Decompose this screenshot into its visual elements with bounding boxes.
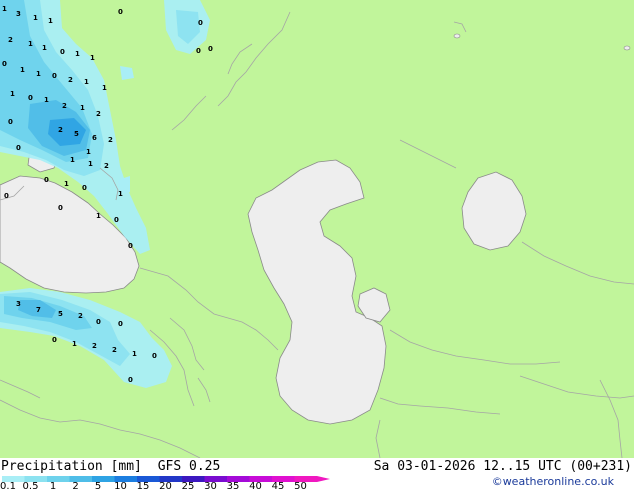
precip-value: 5 bbox=[74, 130, 79, 138]
precip-value: 2 bbox=[96, 110, 101, 118]
precip-value: 1 bbox=[28, 40, 33, 48]
product-name: Precipitation [mm] bbox=[1, 459, 142, 474]
precip-value: 1 bbox=[102, 84, 107, 92]
precip-value: 1 bbox=[33, 14, 38, 22]
precip-value: 1 bbox=[72, 340, 77, 348]
precip-value: 0 bbox=[2, 60, 7, 68]
map-canvas: 1 3 1 1 0 0 2 1 1 0 0 0 1 0 1 1 1 0 2 1 … bbox=[0, 0, 634, 458]
precip-value: 1 bbox=[36, 70, 41, 78]
color-scale-label: 20 bbox=[159, 481, 172, 492]
precip-value: 0 bbox=[198, 19, 203, 27]
precip-value: 2 bbox=[112, 346, 117, 354]
lake bbox=[453, 33, 461, 39]
precip-value: 0 bbox=[44, 176, 49, 184]
color-scale-label: 50 bbox=[294, 481, 307, 492]
precip-value: 0 bbox=[114, 216, 119, 224]
color-scale-arrow bbox=[317, 476, 330, 482]
color-scale-label: 0.5 bbox=[22, 481, 39, 492]
color-scale-label: 5 bbox=[94, 481, 102, 492]
color-scale-label: 45 bbox=[271, 481, 285, 492]
precip-value: 0 bbox=[196, 47, 201, 55]
precip-value: 1 bbox=[90, 54, 95, 62]
precip-value: 2 bbox=[78, 312, 83, 320]
precip-value: 2 bbox=[104, 162, 109, 170]
color-scale-label: 35 bbox=[226, 481, 240, 492]
precip-value: 0 bbox=[60, 48, 65, 56]
precipitation-map: 1 3 1 1 0 0 2 1 1 0 0 0 1 0 1 1 1 0 2 1 … bbox=[0, 0, 634, 458]
precip-value: 2 bbox=[58, 126, 63, 134]
precip-value: 2 bbox=[8, 36, 13, 44]
precip-value: 1 bbox=[84, 78, 89, 86]
precip-value: 1 bbox=[75, 50, 80, 58]
color-scale-label: 0.1 bbox=[0, 481, 16, 492]
forecast-datetime: Sa 03-01-2026 12..15 UTC (00+231) bbox=[373, 459, 632, 474]
precip-value: 0 bbox=[118, 8, 123, 16]
precip-value: 1 bbox=[64, 180, 69, 188]
precip-value: 0 bbox=[128, 242, 133, 250]
precip-value: 2 bbox=[68, 76, 73, 84]
model-name: GFS 0.25 bbox=[157, 459, 221, 474]
precip-value: 1 bbox=[132, 350, 137, 358]
credit-text: ©weatheronline.co.uk bbox=[491, 475, 614, 488]
precip-value: 6 bbox=[92, 134, 97, 142]
precip-value: 3 bbox=[16, 10, 21, 18]
precip-value: 0 bbox=[96, 318, 101, 326]
precip-value: 0 bbox=[208, 45, 213, 53]
precip-value: 1 bbox=[44, 96, 49, 104]
precip-value: 1 bbox=[20, 66, 25, 74]
color-scale-label: 40 bbox=[249, 481, 262, 492]
precip-value: 1 bbox=[80, 104, 85, 112]
precip-value: 2 bbox=[108, 136, 113, 144]
precip-value: 1 bbox=[42, 44, 47, 52]
precip-value: 1 bbox=[88, 160, 93, 168]
precip-value: 0 bbox=[52, 336, 57, 344]
color-scale-label: 2 bbox=[72, 481, 79, 492]
lake bbox=[623, 45, 631, 51]
precip-value: 7 bbox=[36, 306, 41, 314]
precip-value: 1 bbox=[2, 5, 7, 13]
precip-value: 3 bbox=[16, 300, 21, 308]
color-scale-label: 15 bbox=[136, 481, 150, 492]
precip-value: 0 bbox=[128, 376, 133, 384]
precip-value: 0 bbox=[28, 94, 33, 102]
precip-value: 1 bbox=[70, 156, 75, 164]
color-scale-label: 1 bbox=[49, 481, 57, 492]
precip-value: 0 bbox=[82, 184, 87, 192]
color-scale-label: 25 bbox=[181, 481, 195, 492]
precip-value: 2 bbox=[62, 102, 67, 110]
color-scale-label: 30 bbox=[204, 481, 217, 492]
color-scale-label: 10 bbox=[114, 481, 127, 492]
product-title: Precipitation [mm] GFS 0.25 bbox=[1, 459, 220, 474]
precip-value: 0 bbox=[118, 320, 123, 328]
precip-value: 0 bbox=[4, 192, 9, 200]
precip-value: 5 bbox=[58, 310, 63, 318]
precip-value: 0 bbox=[52, 72, 57, 80]
precip-value: 1 bbox=[86, 148, 91, 156]
precip-value: 1 bbox=[48, 17, 53, 25]
precip-value: 0 bbox=[16, 144, 21, 152]
legend-bar: Precipitation [mm] GFS 0.25 Sa 03-01-202… bbox=[0, 458, 634, 492]
precip-value: 0 bbox=[152, 352, 157, 360]
precip-value: 1 bbox=[118, 190, 123, 198]
precip-value: 1 bbox=[10, 90, 15, 98]
precip-value: 0 bbox=[58, 204, 63, 212]
precip-value: 1 bbox=[96, 212, 101, 220]
precip-value: 2 bbox=[92, 342, 97, 350]
precip-value: 0 bbox=[8, 118, 13, 126]
